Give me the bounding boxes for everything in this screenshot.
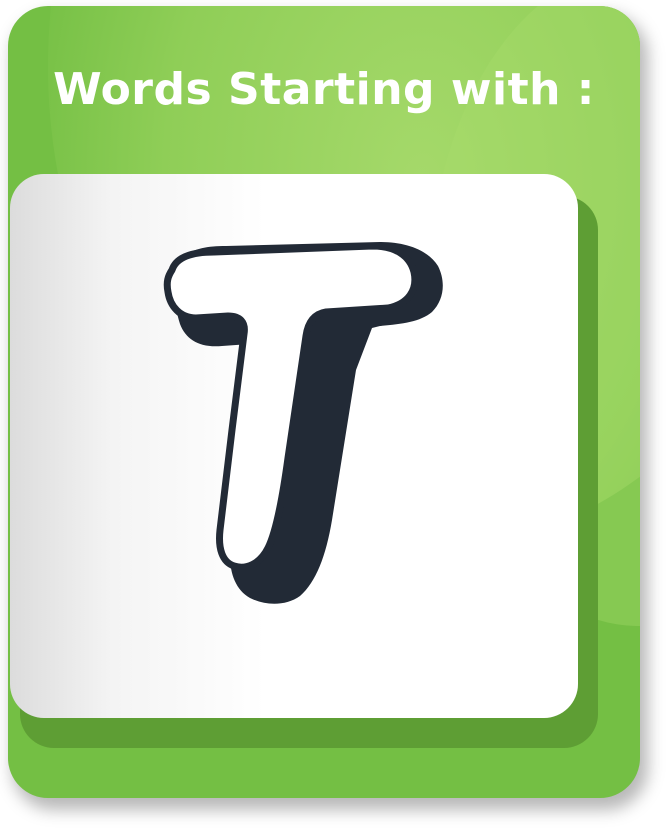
letter-t-icon [163, 242, 443, 604]
letter-card-stage: Words Starting with : [0, 0, 667, 834]
letter-display [0, 0, 667, 834]
